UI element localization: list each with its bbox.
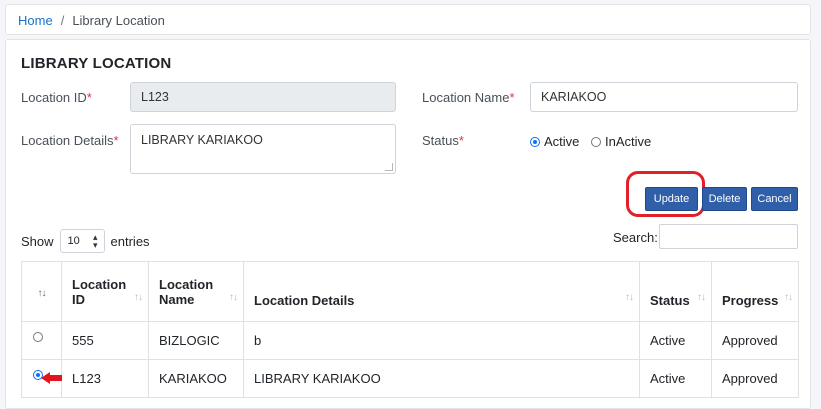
cell-location-details: b (243, 321, 640, 360)
location-details-textarea[interactable]: LIBRARY KARIAKOO (130, 124, 396, 174)
table-row[interactable]: 555 BIZLOGIC b Active Approved (21, 321, 799, 360)
select-arrows-icon: ▴ ▾ (93, 232, 98, 250)
column-header-status[interactable]: Status ↑↓ (639, 261, 712, 322)
cell-location-name: BIZLOGIC (148, 321, 244, 360)
red-arrow-annotation-icon (41, 372, 50, 384)
locations-table: ↑↓ Location ID ↑↓ Location Name ↑↓ Locatio… (21, 261, 799, 398)
table-header-row: ↑↓ Location ID ↑↓ Location Name ↑↓ Locatio… (21, 261, 799, 322)
radio-unchecked-icon[interactable] (33, 332, 43, 342)
status-label: Status* (422, 133, 464, 148)
search-label: Search: (613, 230, 658, 245)
cell-progress: Approved (711, 359, 799, 398)
column-header-location-name[interactable]: Location Name ↑↓ (148, 261, 244, 322)
entries-select[interactable]: 10 ▴ ▾ (59, 229, 105, 253)
cell-location-id: L123 (61, 359, 149, 398)
cancel-button[interactable]: Cancel (751, 187, 798, 211)
breadcrumb-home-link[interactable]: Home (18, 13, 53, 28)
breadcrumb: Home / Library Location (5, 4, 811, 35)
red-arrow-annotation-shaft (50, 375, 62, 381)
cell-status: Active (639, 359, 712, 398)
cell-location-id: 555 (61, 321, 149, 360)
status-inactive-option[interactable]: InActive (591, 134, 651, 149)
cell-location-details: LIBRARY KARIAKOO (243, 359, 640, 398)
update-button[interactable]: Update (645, 187, 698, 211)
radio-checked-icon[interactable] (530, 136, 540, 147)
breadcrumb-current: Library Location (72, 13, 165, 28)
status-active-option[interactable]: Active (530, 134, 579, 149)
page-title: LIBRARY LOCATION (21, 55, 172, 72)
location-name-field[interactable]: KARIAKOO (530, 82, 798, 112)
entries-label: entries (110, 233, 150, 249)
column-header-location-id[interactable]: Location ID ↑↓ (61, 261, 149, 322)
sort-icon[interactable]: ↑↓ (134, 292, 143, 303)
cell-location-name: KARIAKOO (148, 359, 244, 398)
entries-control: Show 10 ▴ ▾ entries (21, 229, 150, 253)
table-row[interactable]: L123 KARIAKOO LIBRARY KARIAKOO Active Ap… (21, 359, 799, 398)
show-label: Show (21, 233, 54, 249)
column-header-select[interactable]: ↑↓ (21, 261, 62, 322)
sort-icon[interactable]: ↑↓ (38, 288, 47, 299)
search-input[interactable] (659, 224, 798, 249)
row-select-cell[interactable] (21, 321, 62, 360)
radio-unchecked-icon[interactable] (591, 136, 601, 147)
location-details-label: Location Details* (21, 133, 119, 148)
delete-button[interactable]: Delete (702, 187, 747, 211)
location-id-label: Location ID* (21, 90, 92, 105)
location-name-label: Location Name* (422, 90, 515, 105)
column-header-progress[interactable]: Progress ↑↓ (711, 261, 799, 322)
sort-icon[interactable]: ↑↓ (625, 292, 634, 303)
location-id-field[interactable]: L123 (130, 82, 396, 112)
cell-progress: Approved (711, 321, 799, 360)
cell-status: Active (639, 321, 712, 360)
breadcrumb-separator: / (60, 13, 65, 28)
sort-icon[interactable]: ↑↓ (784, 292, 793, 303)
column-header-location-details[interactable]: Location Details ↑↓ (243, 261, 640, 322)
sort-icon[interactable]: ↑↓ (697, 292, 706, 303)
sort-icon[interactable]: ↑↓ (229, 292, 238, 303)
resize-handle-icon[interactable] (385, 163, 393, 171)
